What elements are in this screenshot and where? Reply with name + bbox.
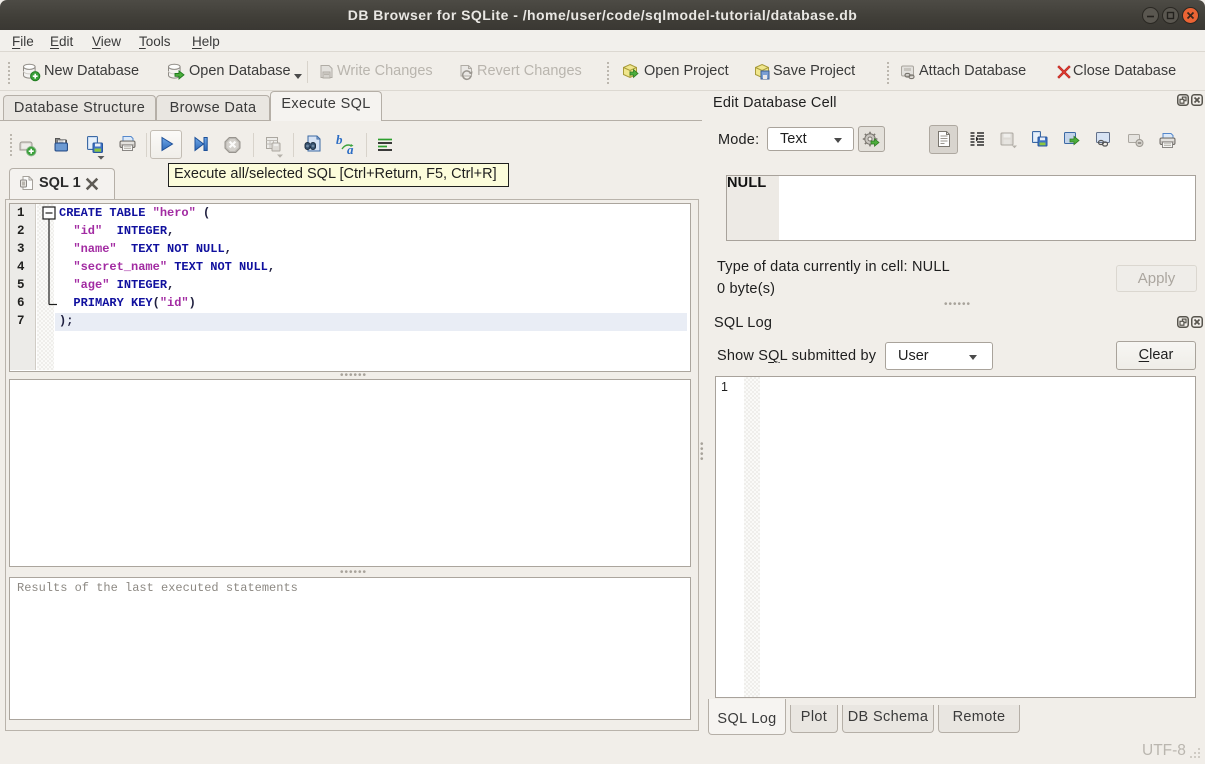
svg-text:a: a bbox=[347, 142, 354, 157]
svg-text:b: b bbox=[336, 133, 343, 147]
